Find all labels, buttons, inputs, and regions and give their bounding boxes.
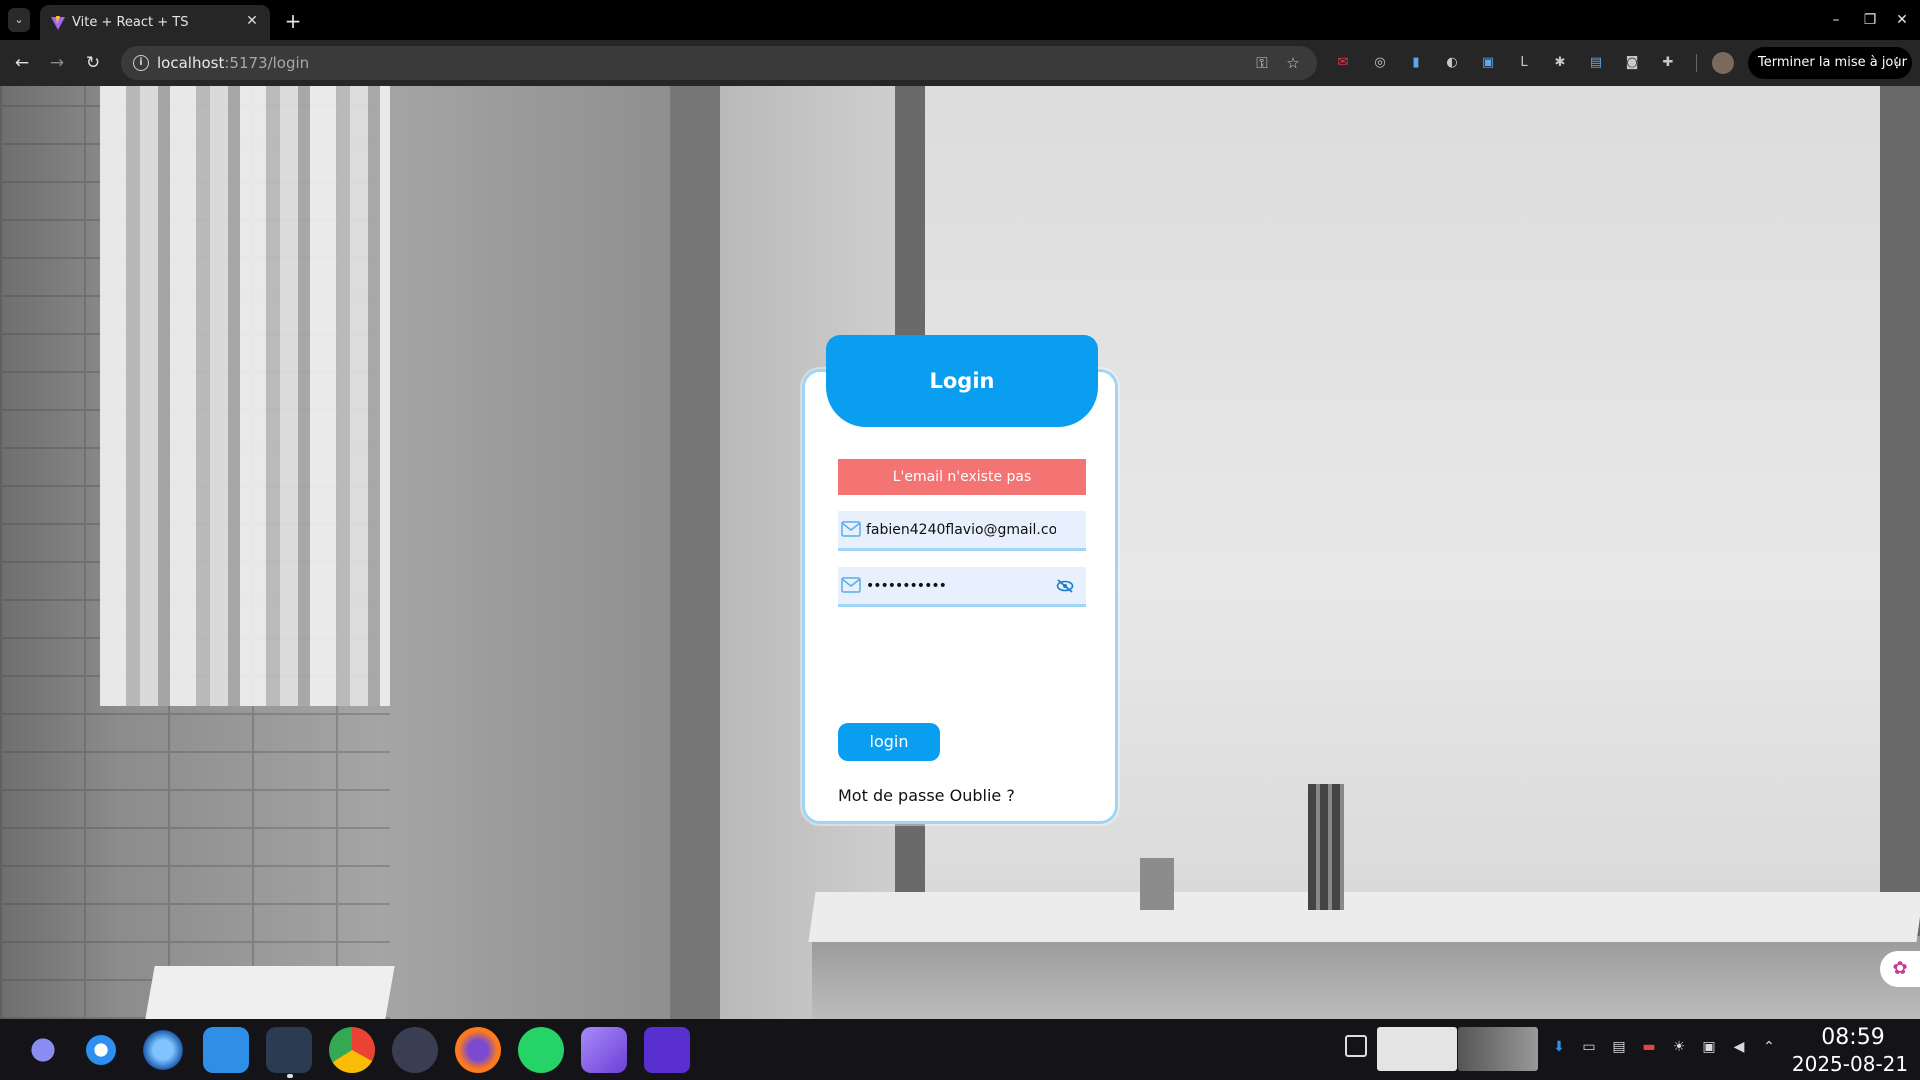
terminal-icon[interactable] [392, 1027, 438, 1073]
background-shelf-shadow [812, 936, 1920, 1019]
mail-icon [841, 521, 861, 537]
extension-camera-icon[interactable]: ◙ [1622, 53, 1642, 73]
taskbar: ⬇ ▭ ▤ ▬ ☀ ▣ ◀ ⌃ 08:59 2025-08-21 [0, 1019, 1920, 1080]
download-icon[interactable]: ⬇ [1549, 1037, 1569, 1057]
mail-icon [841, 577, 861, 593]
browser-tab[interactable]: Vite + React + TS ✕ [40, 5, 270, 40]
toolbar-separator [1696, 54, 1697, 72]
finish-update-button[interactable]: Terminer la mise à jour ⋮ [1748, 47, 1912, 79]
clipboard-icon[interactable]: ▤ [1609, 1037, 1629, 1057]
url-host: localhost [157, 54, 225, 72]
url-path: :5173/login [224, 54, 310, 72]
tray-expand-icon[interactable]: ⌃ [1759, 1037, 1779, 1057]
window-close-icon[interactable]: ✕ [1888, 8, 1916, 32]
vite-favicon-icon [51, 16, 65, 30]
login-title: Login [826, 335, 1098, 427]
password-key-icon[interactable]: ⚿ [1252, 53, 1272, 73]
bookmark-star-icon[interactable]: ☆ [1283, 53, 1303, 73]
workspace-1-thumbnail[interactable] [1377, 1027, 1457, 1071]
password-field[interactable] [838, 567, 1086, 607]
finish-update-label: Terminer la mise à jour [1758, 55, 1907, 70]
error-alert: L'email n'existe pas [838, 459, 1086, 495]
forgot-password-link[interactable]: Mot de passe Oublie ? [838, 786, 1015, 805]
system-settings-icon[interactable] [78, 1027, 124, 1073]
extension-doc-icon[interactable]: ▮ [1406, 53, 1426, 73]
extension-target-icon[interactable]: ◎ [1370, 53, 1390, 73]
tab-close-icon[interactable]: ✕ [242, 11, 262, 31]
battery-icon[interactable]: ▬ [1639, 1037, 1659, 1057]
app-launcher-icon[interactable] [20, 1027, 66, 1073]
new-tab-button[interactable]: + [280, 8, 306, 34]
text-editor-icon[interactable] [203, 1027, 249, 1073]
show-desktop-icon[interactable] [1345, 1035, 1367, 1057]
address-bar[interactable]: i localhost:5173/login ⚿ ☆ [121, 46, 1317, 80]
clock-time[interactable]: 08:59 [1793, 1025, 1913, 1050]
active-app-indicator [287, 1074, 293, 1078]
login-card: Login L'email n'existe pas login Mot de … [802, 335, 1118, 824]
whatsapp-icon[interactable] [518, 1027, 564, 1073]
extension-translate-icon[interactable]: ▤ [1586, 53, 1606, 73]
site-info-icon[interactable]: i [133, 55, 149, 71]
extensions-puzzle-icon[interactable]: ✚ [1658, 53, 1678, 73]
firefox-icon[interactable] [455, 1027, 501, 1073]
forward-icon[interactable]: → [45, 51, 69, 75]
tab-search-button[interactable]: ⌄ [8, 8, 30, 32]
browser-toolbar: ← → ↻ i localhost:5173/login ⚿ ☆ ✉ ◎ ▮ ◐… [0, 40, 1920, 86]
workspace-2-thumbnail[interactable] [1458, 1027, 1538, 1071]
reload-icon[interactable]: ↻ [81, 51, 105, 75]
email-field[interactable] [838, 511, 1086, 551]
password-input[interactable] [866, 567, 1056, 604]
back-icon[interactable]: ← [10, 51, 34, 75]
page-viewport: ✿ Login L'email n'existe pas login [0, 86, 1920, 1019]
brightness-icon[interactable]: ☀ [1669, 1037, 1689, 1057]
login-button[interactable]: login [838, 723, 940, 761]
minimize-icon[interactable]: – [1822, 8, 1850, 32]
email-input[interactable] [866, 511, 1056, 548]
background-pillar [670, 86, 720, 1019]
file-manager-icon[interactable] [140, 1027, 186, 1073]
volume-icon[interactable]: ◀ [1729, 1037, 1749, 1057]
obsidian-icon[interactable] [581, 1027, 627, 1073]
background-curtain [100, 86, 390, 706]
background-markers [1308, 784, 1344, 910]
url-text[interactable]: localhost:5173/login [157, 54, 309, 72]
eye-off-icon[interactable] [1056, 578, 1074, 594]
tab-title: Vite + React + TS [72, 15, 189, 30]
extension-mail-icon[interactable]: ✉ [1333, 53, 1353, 73]
device-icon[interactable]: ▭ [1579, 1037, 1599, 1057]
background-shelf [808, 892, 1920, 942]
vscode-icon[interactable] [266, 1027, 312, 1073]
background-books [145, 966, 395, 1019]
profile-avatar[interactable] [1712, 52, 1734, 74]
network-icon[interactable]: ▣ [1699, 1037, 1719, 1057]
side-assistant-icon[interactable]: ✿ [1880, 951, 1920, 987]
extension-file-icon[interactable]: ▣ [1478, 53, 1498, 73]
extension-l-icon[interactable]: L [1514, 53, 1534, 73]
chrome-icon[interactable] [329, 1027, 375, 1073]
clock-date[interactable]: 2025-08-21 [1787, 1052, 1913, 1076]
tab-bar: ⌄ Vite + React + TS ✕ + – ❐ ✕ [0, 0, 1920, 40]
background-eraser [1140, 858, 1174, 910]
screenshot-tool-icon[interactable] [644, 1027, 690, 1073]
menu-dots-icon[interactable]: ⋮ [1890, 47, 1904, 79]
maximize-icon[interactable]: ❐ [1856, 8, 1884, 32]
extension-compass-icon[interactable]: ◐ [1442, 53, 1462, 73]
extension-bug-icon[interactable]: ✱ [1550, 53, 1570, 73]
